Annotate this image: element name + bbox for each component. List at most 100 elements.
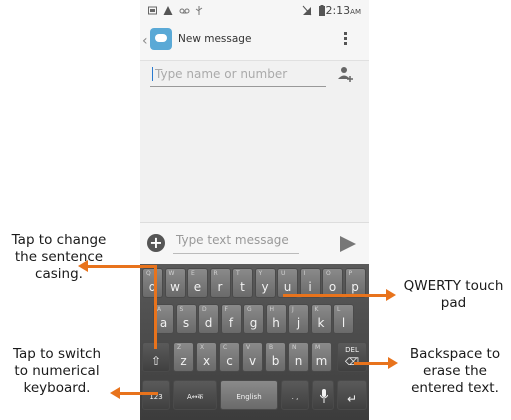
key-n[interactable]: Nn (288, 342, 309, 372)
key-label: n (294, 354, 303, 368)
key-label: s (182, 316, 190, 330)
key-v[interactable]: Vv (242, 342, 263, 372)
callout-casing-connector (154, 267, 157, 349)
status-time: 2:13AM (325, 4, 361, 17)
key-hint: M (315, 344, 321, 351)
key-label: x (202, 354, 211, 368)
key-x[interactable]: Xx (196, 342, 217, 372)
key-hint: G (247, 306, 252, 313)
recipient-input[interactable]: Type name or number (152, 67, 287, 81)
key-w[interactable]: Ww (164, 268, 186, 298)
keyboard-row-1: QqWwEeRrTtYyUuIiOoPp (140, 268, 369, 304)
key-hint: H (269, 306, 275, 313)
key-label: d (204, 316, 213, 330)
key-hint: U (281, 270, 286, 277)
voicemail-icon (179, 8, 190, 14)
key-label: b (271, 354, 280, 368)
key-label: c (226, 354, 233, 368)
punctuation-key[interactable]: . , (281, 380, 309, 410)
callout-numerical-arrow-line (120, 392, 158, 395)
enter-key[interactable]: ↵ (337, 380, 367, 410)
key-label: j (296, 316, 301, 330)
gallery-icon (148, 6, 157, 15)
key-label: r (217, 280, 223, 294)
key-label: e (193, 280, 202, 294)
key-label: m (315, 354, 328, 368)
recipient-field[interactable]: Type name or number (150, 64, 326, 87)
key-label: g (249, 316, 258, 330)
key-label: q (148, 280, 157, 294)
key-label: z (180, 354, 187, 368)
back-icon[interactable]: ‹ (142, 33, 148, 49)
callout-numerical-arrowhead (110, 387, 120, 399)
key-label: t (240, 280, 245, 294)
key-hint: A (157, 306, 162, 313)
key-label: w (170, 280, 180, 294)
numbers-key[interactable]: 123 (142, 380, 170, 410)
key-s[interactable]: Ss (175, 304, 197, 334)
key-label: o (328, 280, 337, 294)
add-contact-icon[interactable] (338, 66, 354, 82)
key-hint: F (224, 306, 228, 313)
callout-qwerty-arrow-line (283, 294, 386, 297)
message-input-underline (173, 253, 299, 254)
key-hint: J (292, 306, 294, 313)
language-switch-key[interactable]: A↔क (173, 380, 217, 410)
key-label: l (341, 316, 346, 330)
key-label: f (228, 316, 234, 330)
key-l[interactable]: Ll (333, 304, 354, 334)
key-hint: S (179, 306, 184, 313)
key-e[interactable]: Ee (187, 268, 208, 298)
key-hint: B (269, 344, 274, 351)
key-h[interactable]: Hh (265, 304, 287, 334)
keyboard-row-4: 123 A↔क English . , ↵ (140, 380, 369, 416)
key-hint: P (348, 270, 353, 277)
key-hint: L (337, 306, 341, 313)
key-b[interactable]: Bb (265, 342, 286, 372)
key-q[interactable]: Qq (142, 268, 163, 298)
key-f[interactable]: Ff (220, 304, 242, 334)
key-r[interactable]: Rr (209, 268, 231, 298)
message-input[interactable]: Type text message (176, 233, 289, 247)
overflow-menu-icon[interactable] (344, 32, 348, 50)
page-title: New message (178, 33, 252, 45)
key-c[interactable]: Cc (219, 342, 240, 372)
key-label: i (308, 280, 312, 294)
key-hint: K (314, 306, 319, 313)
key-label: v (248, 354, 257, 368)
send-icon[interactable] (340, 236, 356, 252)
key-label: y (261, 280, 269, 294)
callout-casing-arrowhead (78, 260, 88, 272)
space-key[interactable]: English (220, 380, 278, 410)
key-label: p (351, 280, 359, 294)
key-hint: V (246, 344, 251, 351)
key-hint: Z (177, 344, 182, 351)
microphone-key[interactable] (312, 380, 334, 410)
attach-plus-icon[interactable]: + (147, 234, 165, 252)
key-g[interactable]: Gg (243, 304, 264, 334)
messaging-app-icon[interactable] (150, 28, 172, 50)
key-hint: I (303, 270, 306, 277)
key-k[interactable]: Kk (310, 304, 332, 334)
microphone-icon (320, 389, 328, 403)
key-hint: O (326, 270, 331, 277)
soft-keyboard: QqWwEeRrTtYyUuIiOoPp AaSsDdFfGgHhJjKkLl … (140, 264, 369, 420)
callout-backspace: Backspace to erase the entered text. (409, 346, 501, 396)
key-y[interactable]: Yy (254, 268, 276, 298)
callout-sentence-casing: Tap to change the sentence casing. (11, 232, 107, 282)
key-j[interactable]: Jj (288, 304, 309, 334)
key-z[interactable]: Zz (173, 342, 194, 372)
key-t[interactable]: Tt (232, 268, 253, 298)
status-bar: 2:13AM (140, 0, 369, 22)
callout-numerical-keyboard: Tap to switch to numerical keyboard. (12, 346, 102, 396)
keyboard-row-3: ⇧ DEL ⌫ ZzXxCcVvBbNnMm (140, 342, 369, 378)
warning-icon (163, 6, 173, 15)
delete-key[interactable]: DEL ⌫ (337, 342, 367, 372)
key-m[interactable]: Mm (311, 342, 332, 372)
key-d[interactable]: Dd (198, 304, 219, 334)
key-hint: W (168, 270, 175, 277)
key-hint: N (292, 344, 297, 351)
callout-qwerty-arrowhead (386, 289, 396, 301)
callout-backspace-arrowhead (388, 357, 398, 369)
signal-muted-icon (302, 5, 312, 16)
